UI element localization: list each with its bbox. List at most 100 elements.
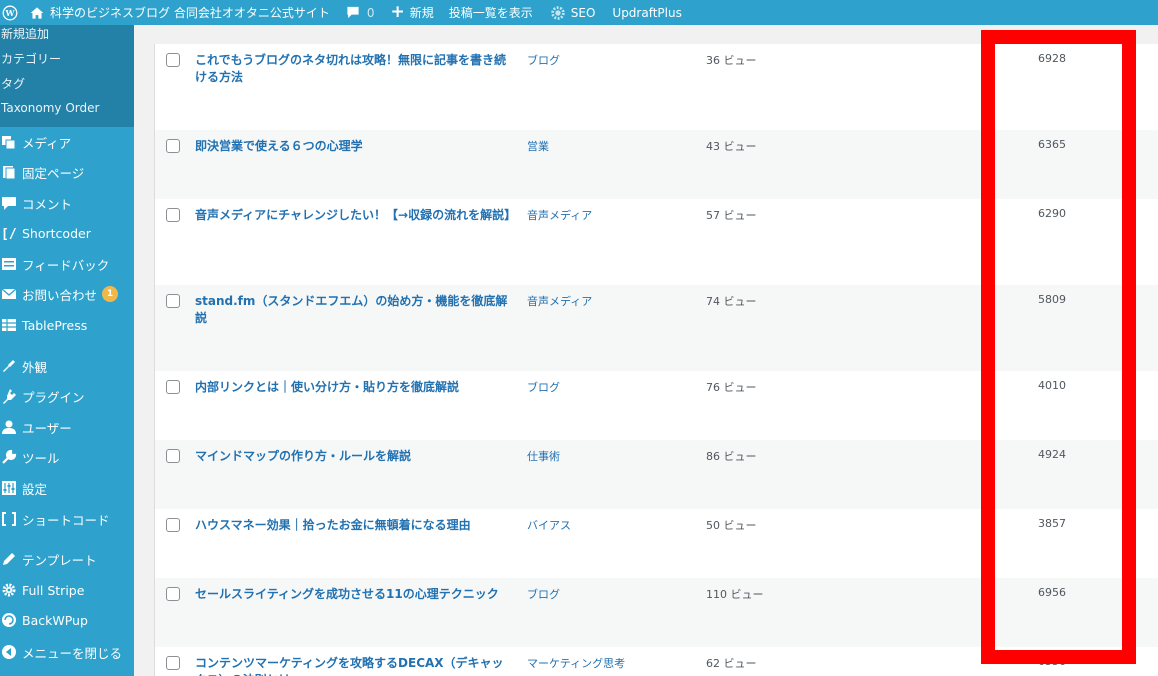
svg-text:[/]: [/] — [1, 227, 17, 241]
post-count: 6556 — [1038, 655, 1066, 668]
seo-menu[interactable]: SEO — [549, 0, 596, 25]
sidebar-item-label: 設定 — [22, 481, 48, 497]
settings-icon — [2, 481, 16, 495]
submenu-add-new[interactable]: 新規追加 — [1, 25, 49, 42]
post-title-link[interactable]: 即決営業で使える６つの心理学 — [195, 138, 515, 155]
post-category-link[interactable]: ブログ — [527, 52, 560, 68]
sidebar-item-label: ユーザー — [22, 420, 72, 436]
row-checkbox[interactable] — [166, 449, 180, 463]
sidebar-item-full-stripe[interactable]: Full Stripe — [0, 580, 84, 600]
shortcode-icon — [2, 512, 16, 526]
table-row: セールスライティングを成功させる11の心理テクニック ブログ 110 ビュー 6… — [155, 578, 1158, 647]
post-category-link[interactable]: 仕事術 — [527, 448, 560, 464]
sidebar-item-shortcode[interactable]: ショートコード — [0, 509, 110, 529]
sidebar-item-settings[interactable]: 設定 — [0, 478, 47, 498]
new-content-link[interactable]: + 新規 — [390, 0, 433, 25]
comments-count: 0 — [366, 5, 375, 20]
notification-badge: 1 — [102, 286, 119, 302]
post-views: 57 ビュー — [706, 209, 757, 222]
sidebar-item-backwpup[interactable]: BackWPup — [0, 610, 88, 630]
post-category-link[interactable]: マーケティング思考 — [527, 655, 625, 671]
sidebar-item-label: 固定ページ — [22, 165, 85, 181]
post-title-link[interactable]: セールスライティングを成功させる11の心理テクニック — [195, 586, 525, 603]
sidebar-item-label: Full Stripe — [22, 582, 85, 598]
post-category-link[interactable]: 営業 — [527, 138, 549, 154]
row-checkbox[interactable] — [166, 518, 180, 532]
sidebar-item-label: 外観 — [22, 359, 48, 375]
submenu-tags[interactable]: タグ — [1, 75, 25, 92]
collapse-icon — [2, 645, 16, 659]
row-checkbox[interactable] — [166, 294, 180, 308]
collapse-menu-button[interactable]: メニューを閉じる — [0, 642, 122, 662]
sidebar-item-label: お問い合わせ — [22, 287, 98, 303]
row-checkbox[interactable] — [166, 656, 180, 670]
table-row: これでもうブログのネタ切れは攻略！無限に記事を書き続ける方法 ブログ 36 ビュ… — [155, 44, 1158, 130]
sidebar-item-users[interactable]: ユーザー — [0, 417, 72, 437]
template-icon — [3, 553, 15, 565]
seo-gear-icon — [551, 5, 565, 20]
mail-icon — [1, 288, 17, 299]
post-count: 6365 — [1038, 138, 1066, 151]
post-count: 4924 — [1038, 448, 1066, 461]
shortcoder-icon: [/] — [1, 227, 17, 241]
sidebar-item-comments[interactable]: コメント — [0, 193, 72, 213]
row-checkbox[interactable] — [166, 587, 180, 601]
submenu-taxonomy-order[interactable]: Taxonomy Order — [1, 101, 99, 115]
post-title-link[interactable]: コンテンツマーケティングを攻略するDECAX（デキャックス）の法則とは — [195, 655, 515, 676]
post-count: 6290 — [1038, 207, 1066, 220]
comments-link[interactable]: 0 — [346, 0, 375, 25]
post-title-link[interactable]: マインドマップの作り方・ルールを解説 — [195, 448, 515, 465]
post-category-link[interactable]: ブログ — [527, 379, 560, 395]
plus-icon: + — [390, 2, 405, 22]
post-title-link[interactable]: 内部リンクとは｜使い分け方・貼り方を徹底解説 — [195, 379, 515, 396]
updraftplus-label: UpdraftPlus — [612, 5, 682, 20]
table-row: 内部リンクとは｜使い分け方・貼り方を徹底解説 ブログ 76 ビュー 4010 — [155, 371, 1158, 440]
site-name-link[interactable]: 科学のビジネスブログ 合同会社オオタニ公式サイト — [22, 0, 330, 25]
wordpress-logo-icon[interactable]: W — [0, 0, 22, 25]
row-checkbox[interactable] — [166, 380, 180, 394]
sidebar-item-tools[interactable]: ツール — [0, 447, 60, 467]
sidebar-item-feedback[interactable]: フィードバック — [0, 254, 109, 274]
sidebar-item-media[interactable]: メディア — [0, 132, 71, 152]
row-checkbox[interactable] — [166, 139, 180, 153]
sidebar-item-label: テンプレート — [22, 552, 97, 568]
post-count: 5809 — [1038, 293, 1066, 306]
submenu-categories[interactable]: カテゴリー — [1, 50, 61, 67]
media-icon — [2, 136, 16, 150]
posts-submenu: 新規追加 カテゴリー タグ Taxonomy Order — [0, 25, 134, 127]
sidebar-item-appearance[interactable]: 外観 — [0, 356, 47, 376]
post-category-link[interactable]: バイアス — [527, 517, 571, 533]
post-title-link[interactable]: ハウスマネー効果｜拾ったお金に無頓着になる理由 — [195, 517, 515, 534]
post-category-link[interactable]: 音声メディア — [527, 207, 592, 223]
sidebar-item-pages[interactable]: 固定ページ — [0, 162, 84, 182]
post-title-link[interactable]: stand.fm（スタンドエフエム）の始め方・機能を徹底解説 — [195, 293, 515, 327]
tools-icon — [2, 449, 17, 464]
seo-label: SEO — [570, 5, 596, 20]
post-views: 50 ビュー — [706, 519, 757, 532]
table-row: stand.fm（スタンドエフエム）の始め方・機能を徹底解説 音声メディア 74… — [155, 285, 1158, 371]
row-checkbox[interactable] — [166, 208, 180, 222]
post-views: 86 ビュー — [706, 450, 757, 463]
post-category-link[interactable]: 音声メディア — [527, 293, 592, 309]
view-posts-link[interactable]: 投稿一覧を表示 — [449, 0, 533, 25]
sidebar-item-contact[interactable]: お問い合わせ 1 — [0, 284, 119, 304]
comment-icon — [2, 197, 16, 210]
main-content: これでもうブログのネタ切れは攻略！無限に記事を書き続ける方法 ブログ 36 ビュ… — [134, 25, 1158, 676]
post-title-link[interactable]: これでもうブログのネタ切れは攻略！無限に記事を書き続ける方法 — [195, 52, 515, 86]
sidebar-item-label: メディア — [22, 135, 72, 151]
post-views: 43 ビュー — [706, 140, 757, 153]
post-views: 110 ビュー — [706, 588, 764, 601]
table-row: コンテンツマーケティングを攻略するDECAX（デキャックス）の法則とは マーケテ… — [155, 647, 1158, 676]
sidebar-item-tablepress[interactable]: TablePress — [0, 315, 87, 335]
post-title-link[interactable]: 音声メディアにチャレンジしたい！【→収録の流れを解説】 — [195, 207, 516, 224]
updraftplus-menu[interactable]: UpdraftPlus — [612, 0, 681, 25]
table-row: 即決営業で使える６つの心理学 営業 43 ビュー 6365 — [155, 130, 1158, 199]
post-category-link[interactable]: ブログ — [527, 586, 560, 602]
plugin-icon — [3, 389, 16, 404]
post-count: 6928 — [1038, 52, 1066, 65]
table-row: 音声メディアにチャレンジしたい！【→収録の流れを解説】 音声メディア 57 ビュ… — [155, 199, 1158, 285]
sidebar-item-template[interactable]: テンプレート — [0, 549, 97, 569]
row-checkbox[interactable] — [166, 53, 180, 67]
sidebar-item-plugins[interactable]: プラグイン — [0, 386, 85, 406]
sidebar-item-shortcoder[interactable]: [/] Shortcoder — [0, 223, 91, 243]
